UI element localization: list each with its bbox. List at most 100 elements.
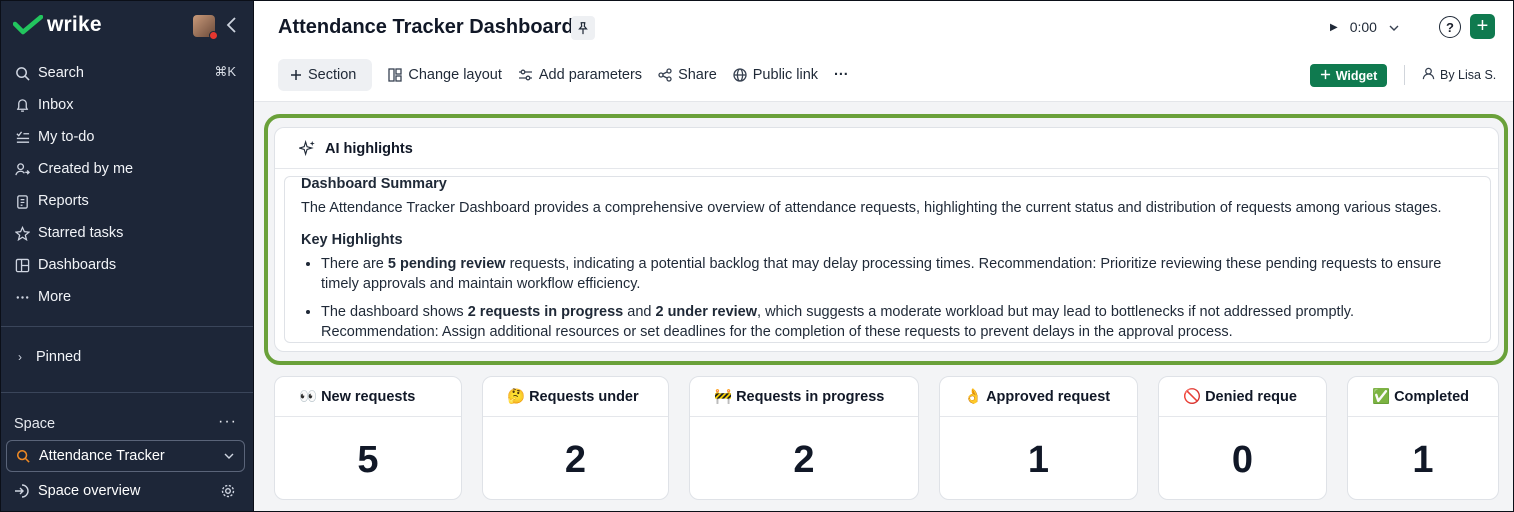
collapse-sidebar-icon[interactable]: [225, 16, 241, 36]
more-dots-icon: [14, 289, 30, 305]
stat-header: ✅ Completed: [1348, 377, 1498, 417]
stat-widget-approved-requests[interactable]: 👌 Approved request 1: [939, 376, 1138, 500]
sidebar-item-label: Reports: [38, 193, 89, 209]
sidebar-item-created-by-me[interactable]: Created by me: [1, 153, 253, 185]
stat-label: Completed: [1394, 388, 1469, 405]
sidebar-item-more[interactable]: More: [1, 281, 253, 313]
thinking-emoji-icon: 🤔: [507, 389, 526, 405]
ai-highlights-title: AI highlights: [325, 140, 413, 157]
add-parameters-label: Add parameters: [538, 67, 643, 83]
star-icon: [14, 225, 30, 241]
sidebar-item-reports[interactable]: Reports: [1, 185, 253, 217]
sidebar-item-search[interactable]: Search ⌘K: [1, 57, 253, 89]
sidebar-divider: [1, 326, 253, 327]
todo-list-icon: [14, 129, 30, 145]
stat-widget-completed[interactable]: ✅ Completed 1: [1347, 376, 1499, 500]
stat-header: 🤔 Requests under: [483, 377, 668, 417]
ok-hand-emoji-icon: 👌: [964, 389, 983, 405]
sidebar-item-label: Starred tasks: [38, 225, 124, 241]
add-parameters-button[interactable]: Add parameters: [518, 59, 642, 91]
pinned-label: Pinned: [36, 349, 82, 365]
sidebar-item-inbox[interactable]: Inbox: [1, 89, 253, 121]
sidebar-item-starred-tasks[interactable]: Starred tasks: [1, 217, 253, 249]
change-layout-label: Change layout: [408, 67, 502, 83]
public-link-button[interactable]: Public link: [733, 59, 818, 91]
help-icon[interactable]: ?: [1439, 16, 1461, 38]
timer-control[interactable]: ▶ 0:00: [1330, 14, 1399, 40]
space-label: Space: [14, 416, 56, 432]
key-highlights-heading: Key Highlights: [301, 232, 403, 248]
stat-widget-requests-in-progress[interactable]: 🚧 Requests in progress 2: [689, 376, 919, 500]
stat-widget-denied-requests[interactable]: 🚫 Denied reque 0: [1158, 376, 1327, 500]
stat-value: 0: [1231, 439, 1254, 481]
pin-icon: [578, 22, 588, 35]
widget-label: Widget: [1335, 68, 1378, 83]
stat-value: 5: [357, 439, 379, 481]
check-mark-emoji-icon: ✅: [1372, 389, 1391, 405]
add-button[interactable]: +: [1470, 14, 1495, 39]
space-more-icon[interactable]: ···: [218, 413, 237, 431]
section-label: Section: [308, 67, 357, 83]
pin-button[interactable]: [571, 16, 595, 40]
change-layout-button[interactable]: Change layout: [388, 59, 502, 91]
sidebar-divider: [1, 392, 253, 393]
bell-icon: [14, 97, 30, 113]
stat-label: New requests: [321, 388, 416, 405]
ai-divider: [275, 168, 1498, 169]
ai-highlights-header: AI highlights: [299, 140, 413, 157]
stat-widget-requests-under-review[interactable]: 🤔 Requests under 2: [482, 376, 669, 500]
stat-value: 2: [793, 439, 815, 481]
dashboard-icon: [14, 257, 30, 273]
sidebar: wrike Search ⌘K Inbox My to-do Created b…: [1, 1, 254, 511]
list-item: The dashboard shows 2 requests in progre…: [321, 302, 1474, 342]
gear-icon[interactable]: [220, 483, 236, 499]
add-section-button[interactable]: Section: [278, 59, 373, 91]
owner-button[interactable]: By Lisa S.: [1422, 67, 1496, 83]
sidebar-item-label: Search: [38, 65, 84, 81]
summary-heading: Dashboard Summary: [301, 176, 447, 192]
chevron-right-icon: ›: [18, 350, 22, 364]
play-icon[interactable]: ▶: [1330, 22, 1338, 33]
stat-label: Requests under: [529, 388, 639, 405]
plus-icon: [1320, 69, 1331, 83]
avatar[interactable]: [193, 15, 218, 40]
globe-icon: [733, 68, 747, 82]
bullet-bold: 2 requests in progress: [467, 304, 624, 320]
sidebar-pinned[interactable]: › Pinned: [14, 349, 81, 365]
highlights-list: There are 5 pending review requests, ind…: [301, 254, 1474, 342]
toolbar-divider: [1404, 65, 1405, 85]
header: Attendance Tracker Dashboard ▶ 0:00 ? + …: [254, 1, 1513, 102]
bullet-bold: 5 pending review: [387, 256, 506, 272]
sidebar-item-label: Dashboards: [38, 257, 117, 273]
chevron-down-icon: [224, 449, 234, 463]
sidebar-item-label: My to-do: [38, 129, 95, 145]
ai-summary-content[interactable]: Dashboard Summary The Attendance Tracker…: [284, 176, 1491, 343]
bullet-text: The dashboard shows: [321, 304, 468, 320]
clipboard-icon: [14, 193, 30, 209]
sidebar-item-dashboards[interactable]: Dashboards: [1, 249, 253, 281]
stat-header: 👌 Approved request: [940, 377, 1137, 417]
stat-label: Denied reque: [1205, 388, 1297, 405]
add-widget-button[interactable]: Widget: [1310, 64, 1387, 87]
sidebar-item-label: More: [38, 289, 72, 305]
wrike-logo[interactable]: wrike: [13, 13, 102, 37]
more-options-icon[interactable]: ···: [834, 59, 849, 91]
app-name: wrike: [47, 13, 102, 36]
list-item: There are 5 pending review requests, ind…: [321, 254, 1474, 294]
sidebar-item-space-overview[interactable]: Space overview: [14, 483, 244, 499]
ai-highlights-widget: AI highlights Dashboard Summary The Atte…: [274, 127, 1499, 352]
share-button[interactable]: Share: [658, 59, 717, 91]
public-link-label: Public link: [752, 67, 819, 83]
sidebar-item-my-to-do[interactable]: My to-do: [1, 121, 253, 153]
main-content: Attendance Tracker Dashboard ▶ 0:00 ? + …: [254, 1, 1513, 511]
stat-label: Requests in progress: [736, 388, 885, 405]
share-icon: [658, 68, 672, 82]
sidebar-item-label: Inbox: [38, 97, 74, 113]
search-shortcut: ⌘K: [214, 64, 236, 79]
stat-widget-new-requests[interactable]: 👀 New requests 5: [274, 376, 462, 500]
chevron-down-icon[interactable]: [1389, 19, 1399, 35]
stat-value: 2: [564, 439, 587, 481]
bullet-bold: 2 under review: [655, 304, 758, 320]
bullet-text: There are: [321, 256, 388, 272]
space-selector[interactable]: Attendance Tracker: [6, 440, 245, 472]
